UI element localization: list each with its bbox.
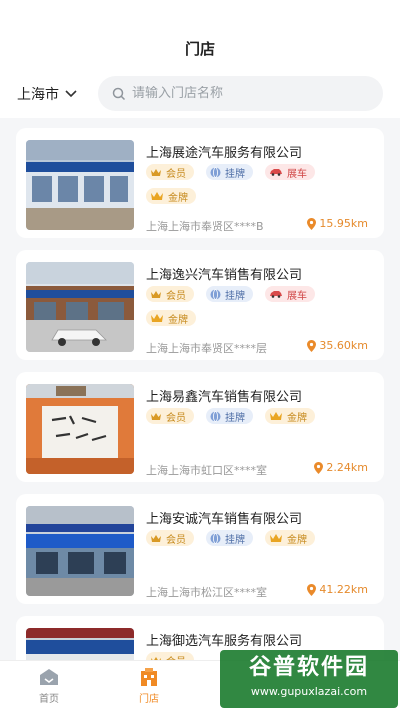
store-card[interactable]: 上海易鑫汽车销售有限公司 会员 挂牌 金牌 上海上海市虹口区****室 2.24… bbox=[16, 372, 384, 482]
store-tags: 会员 挂牌 金牌 bbox=[146, 530, 376, 546]
crown-icon bbox=[270, 534, 282, 542]
store-icon bbox=[141, 668, 157, 686]
plate-tag: 挂牌 bbox=[206, 164, 253, 180]
store-card[interactable]: 上海逸兴汽车销售有限公司 会员 挂牌 展车 金牌 上海上海市奉贤区****层 3… bbox=[16, 250, 384, 360]
crown-icon bbox=[151, 534, 161, 542]
page-title: 门店 bbox=[184, 40, 215, 58]
member-tag: 会员 bbox=[146, 286, 194, 302]
home-icon bbox=[40, 669, 58, 685]
chevron-down-icon bbox=[65, 90, 77, 98]
show-car-tag: 展车 bbox=[265, 164, 315, 180]
crown-icon bbox=[270, 412, 282, 420]
top-header: 门店 上海市 bbox=[0, 0, 400, 118]
member-tag: 会员 bbox=[146, 408, 194, 424]
location-pin-icon bbox=[307, 583, 317, 596]
member-tag: 会员 bbox=[146, 164, 194, 180]
plate-tag: 挂牌 bbox=[206, 286, 253, 302]
watermark-logo-text: 谷普软件园 bbox=[248, 655, 369, 680]
location-pin-icon bbox=[314, 461, 324, 474]
globe-icon bbox=[210, 288, 221, 300]
tab-store-label: 门店 bbox=[139, 694, 159, 705]
city-selector[interactable]: 上海市 bbox=[17, 84, 77, 104]
location-pin-icon bbox=[307, 217, 317, 230]
store-distance: 2.24km bbox=[314, 461, 368, 474]
gold-tag: 金牌 bbox=[146, 310, 196, 326]
tab-home[interactable]: 首页 bbox=[24, 667, 74, 705]
store-tags: 会员 挂牌 展车 金牌 bbox=[146, 286, 376, 326]
car-icon bbox=[270, 169, 282, 176]
car-icon bbox=[270, 291, 282, 298]
store-name: 上海展途汽车服务有限公司 bbox=[146, 146, 303, 161]
store-distance: 41.22km bbox=[307, 583, 368, 596]
globe-icon bbox=[210, 166, 221, 178]
store-address: 上海上海市松江区****室 bbox=[146, 586, 267, 599]
watermark-logo: 谷普软件园 www.gupuxlazai.com bbox=[220, 650, 398, 708]
gold-tag: 金牌 bbox=[146, 188, 196, 204]
store-card[interactable]: 上海展途汽车服务有限公司 会员 挂牌 展车 金牌 上海上海市奉贤区****B 1… bbox=[16, 128, 384, 238]
globe-icon bbox=[210, 532, 221, 544]
store-distance: 35.60km bbox=[307, 339, 368, 352]
gold-tag: 金牌 bbox=[265, 408, 315, 424]
member-tag: 会员 bbox=[146, 530, 194, 546]
gold-tag: 金牌 bbox=[265, 530, 315, 546]
store-photo bbox=[26, 262, 134, 352]
crown-icon bbox=[151, 412, 161, 420]
store-address: 上海上海市虹口区****室 bbox=[146, 464, 267, 477]
location-pin-icon bbox=[307, 339, 317, 352]
store-distance: 15.95km bbox=[307, 217, 368, 230]
store-tags: 会员 挂牌 金牌 bbox=[146, 408, 376, 424]
search-box[interactable] bbox=[98, 76, 383, 111]
store-card[interactable]: 上海安诚汽车销售有限公司 会员 挂牌 金牌 上海上海市松江区****室 41.2… bbox=[16, 494, 384, 604]
store-name: 上海逸兴汽车销售有限公司 bbox=[146, 268, 303, 283]
globe-icon bbox=[210, 410, 221, 422]
crown-icon bbox=[151, 290, 161, 298]
store-name: 上海御选汽车服务有限公司 bbox=[146, 634, 303, 649]
tab-home-label: 首页 bbox=[39, 694, 59, 705]
crown-icon bbox=[151, 168, 161, 176]
store-name: 上海易鑫汽车销售有限公司 bbox=[146, 390, 303, 405]
store-tags: 会员 挂牌 展车 金牌 bbox=[146, 164, 376, 204]
store-photo bbox=[26, 384, 134, 474]
store-address: 上海上海市奉贤区****B bbox=[146, 220, 264, 233]
tab-store[interactable]: 门店 bbox=[124, 667, 174, 705]
store-name: 上海安诚汽车销售有限公司 bbox=[146, 512, 303, 527]
plate-tag: 挂牌 bbox=[206, 530, 253, 546]
plate-tag: 挂牌 bbox=[206, 408, 253, 424]
show-car-tag: 展车 bbox=[265, 286, 315, 302]
search-input[interactable] bbox=[132, 86, 352, 101]
search-icon bbox=[112, 87, 126, 100]
city-label: 上海市 bbox=[17, 87, 59, 103]
watermark-url: www.gupuxlazai.com bbox=[250, 685, 368, 698]
crown-icon bbox=[151, 314, 163, 322]
store-photo bbox=[26, 506, 134, 596]
store-photo bbox=[26, 140, 134, 230]
store-address: 上海上海市奉贤区****层 bbox=[146, 342, 267, 355]
crown-icon bbox=[151, 192, 163, 200]
